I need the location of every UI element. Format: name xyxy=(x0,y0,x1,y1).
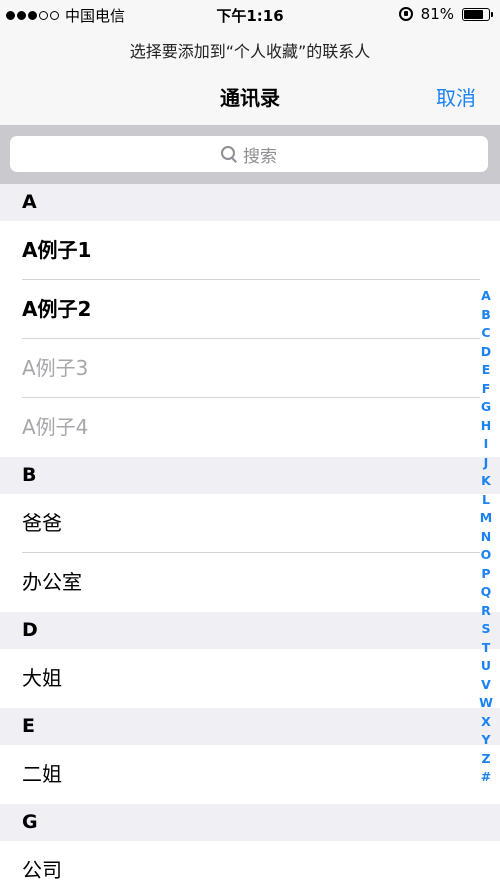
contact-row[interactable]: A例子4 xyxy=(0,398,480,457)
index-letter[interactable]: P xyxy=(481,565,490,584)
index-letter[interactable]: K xyxy=(481,472,491,491)
index-letter[interactable]: G xyxy=(481,398,491,417)
status-bar: 中国电信 下午1:16 81% xyxy=(0,0,500,28)
battery-percent: 81% xyxy=(420,5,454,23)
orientation-lock-icon xyxy=(398,7,413,21)
contact-row[interactable]: 公司 xyxy=(0,841,480,889)
cancel-button[interactable]: 取消 xyxy=(436,82,476,111)
index-letter[interactable]: H xyxy=(481,417,491,436)
contact-row[interactable]: 大姐 xyxy=(0,649,480,708)
index-letter[interactable]: C xyxy=(481,324,490,343)
section-header-g: G xyxy=(0,804,500,841)
section-header-b: B xyxy=(0,457,500,494)
index-letter[interactable]: A xyxy=(481,287,491,306)
contact-row[interactable]: 办公室 xyxy=(0,553,480,612)
index-letter[interactable]: I xyxy=(484,435,489,454)
index-letter[interactable]: L xyxy=(482,491,490,510)
search-icon xyxy=(221,146,237,162)
index-letter[interactable]: Y xyxy=(481,731,490,750)
battery-icon xyxy=(462,7,493,21)
contact-row[interactable]: 爸爸 xyxy=(0,494,480,553)
index-letter[interactable]: B xyxy=(481,306,491,325)
index-letter[interactable]: X xyxy=(481,713,491,732)
index-letter[interactable]: V xyxy=(481,676,491,695)
search-input[interactable]: 搜索 xyxy=(10,136,488,172)
section-header-e: E xyxy=(0,708,500,745)
section-header-d: D xyxy=(0,612,500,649)
index-letter[interactable]: T xyxy=(482,639,491,658)
battery-fill xyxy=(464,9,484,19)
index-letter[interactable]: # xyxy=(481,768,491,787)
contact-row[interactable]: A例子2 xyxy=(0,280,480,339)
contact-row[interactable]: 二姐 xyxy=(0,745,480,804)
index-letter[interactable]: E xyxy=(482,361,491,380)
contact-row[interactable]: A例子3 xyxy=(0,339,480,398)
page-title: 通讯录 xyxy=(220,86,280,110)
picker-prompt: 选择要添加到“个人收藏”的联系人 xyxy=(129,42,371,61)
index-letter[interactable]: D xyxy=(481,343,491,362)
index-letter[interactable]: Q xyxy=(481,583,492,602)
index-letter[interactable]: W xyxy=(479,694,493,713)
section-index[interactable]: A B C D E F G H I J K L M N O P Q R S T U V W X Y Z # xyxy=(476,287,496,787)
navigation-header: 中国电信 下午1:16 81% 选择要添加到“个人收藏”的联系人 通讯录 取消 xyxy=(0,0,500,126)
search-bar: 搜索 xyxy=(0,126,500,184)
index-letter[interactable]: N xyxy=(481,528,491,547)
index-letter[interactable]: Z xyxy=(481,750,490,769)
index-letter[interactable]: S xyxy=(481,620,490,639)
section-header-a: A xyxy=(0,184,500,221)
index-letter[interactable]: O xyxy=(481,546,492,565)
index-letter[interactable]: F xyxy=(482,380,491,399)
status-right: 81% xyxy=(398,5,493,23)
index-letter[interactable]: U xyxy=(481,657,491,676)
index-letter[interactable]: J xyxy=(484,454,489,473)
index-letter[interactable]: R xyxy=(481,602,491,621)
index-letter[interactable]: M xyxy=(480,509,492,528)
search-placeholder: 搜索 xyxy=(243,146,277,167)
contact-row[interactable]: A例子1 xyxy=(0,221,480,280)
